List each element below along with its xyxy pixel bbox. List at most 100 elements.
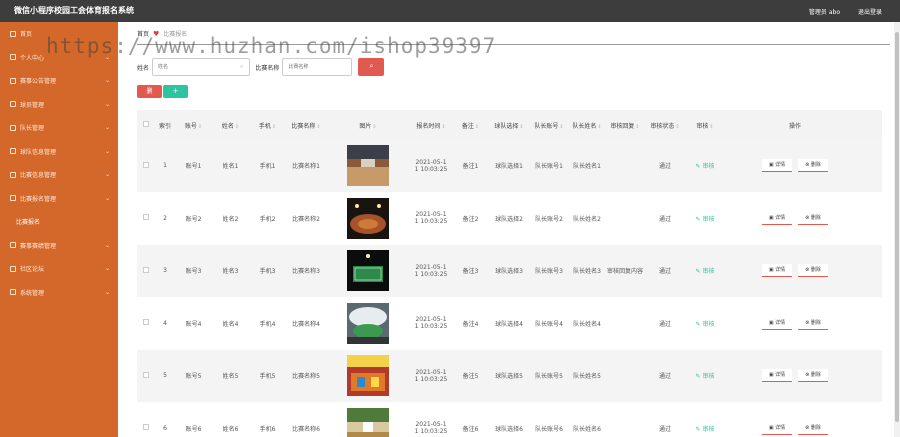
sort-icon[interactable]: ⇕ — [272, 124, 276, 130]
cell-text: 比赛名称4 — [292, 320, 320, 328]
table-cell[interactable] — [137, 266, 155, 275]
table-cell: 2021-05-1 1 10:03:25 — [410, 211, 452, 225]
table-cell: 审核回复内容 — [605, 266, 645, 275]
current-user[interactable]: 管理员 abo — [809, 7, 840, 16]
table-cell[interactable] — [137, 214, 155, 222]
sidebar-item[interactable]: 比赛信息管理 ⌄ — [0, 163, 118, 187]
cell-text: 备注2 — [462, 215, 479, 223]
row-checkbox[interactable] — [143, 319, 149, 326]
column-header: 姓名⇕ — [212, 121, 249, 130]
table-cell[interactable]: ✎ 审核 — [685, 214, 725, 223]
audit-link[interactable]: 审核 — [702, 321, 714, 328]
sidebar-item[interactable]: 社区论坛 ⌄ — [0, 257, 118, 281]
table-cell: 队长姓名1 — [569, 161, 605, 170]
sidebar-item-label: 系统管理 — [20, 289, 45, 297]
sort-icon[interactable]: ⇕ — [559, 124, 563, 130]
column-header: 审核⇕ — [685, 121, 725, 130]
sidebar-item-label: 社区论坛 — [20, 266, 45, 274]
sidebar-item[interactable]: 球员管理 ⌄ — [0, 93, 118, 117]
scrollbar-thumb[interactable] — [895, 32, 899, 422]
sort-icon[interactable]: ⇕ — [372, 124, 376, 130]
sort-icon[interactable]: ⇕ — [475, 124, 479, 130]
detail-button[interactable]: ▣ 详情 — [762, 316, 792, 330]
audit-link[interactable]: 审核 — [702, 373, 714, 380]
sidebar-item[interactable]: 球队信息管理 ⌄ — [0, 140, 118, 164]
detail-button[interactable]: ▣ 详情 — [762, 421, 792, 435]
sort-icon[interactable]: ⇕ — [635, 124, 639, 130]
sidebar-item[interactable]: 比赛报名管理 ⌄ — [0, 187, 118, 211]
cell-text: 2021-05-1 1 10:03:25 — [414, 316, 448, 331]
table-cell: 姓名3 — [212, 266, 249, 275]
delete-button[interactable]: ⊗ 删除 — [798, 159, 828, 173]
row-checkbox[interactable] — [143, 161, 149, 168]
table-cell: 2021-05-1 1 10:03:25 — [410, 264, 452, 278]
delete-button[interactable]: ⊗ 删除 — [798, 264, 828, 278]
cell-text: 通过 — [658, 163, 671, 171]
sort-icon[interactable]: ⇕ — [441, 124, 445, 130]
sort-icon[interactable]: ⇕ — [709, 124, 713, 130]
sidebar-item[interactable]: 赛事赛绩管理 ⌄ — [0, 234, 118, 258]
row-checkbox[interactable] — [143, 371, 149, 378]
detail-button[interactable]: ▣ 详情 — [762, 211, 792, 225]
sort-icon[interactable]: ⇕ — [235, 124, 239, 130]
audit-link[interactable]: 审核 — [702, 216, 714, 223]
match-name-search-input[interactable] — [282, 58, 353, 76]
table-cell: 手机4 — [249, 319, 286, 328]
audit-link[interactable]: 审核 — [702, 163, 714, 170]
match-image — [347, 302, 389, 344]
table-cell[interactable] — [137, 161, 155, 170]
audit-link[interactable]: 审核 — [702, 268, 714, 275]
sort-icon[interactable]: ⇕ — [675, 124, 679, 130]
table-cell: ▣ 详情 ⊗ 删除 — [725, 369, 865, 383]
menu-icon — [10, 289, 16, 296]
sidebar-item[interactable]: 比赛报名 — [0, 210, 118, 234]
sidebar-item[interactable]: 系统管理 ⌄ — [0, 281, 118, 305]
table-cell[interactable]: ✎ 审核 — [685, 371, 725, 380]
name-search-input[interactable] — [152, 58, 251, 76]
table-cell[interactable]: ✎ 审核 — [685, 266, 725, 275]
cell-text: 通过 — [658, 373, 671, 381]
delete-button[interactable]: ⊗ 删除 — [798, 211, 828, 225]
table-cell: 备注6 — [452, 424, 489, 433]
sidebar-item[interactable]: 赛事公告管理 ⌄ — [0, 69, 118, 93]
logout-link[interactable]: 退出登录 — [858, 7, 882, 16]
select-all-checkbox[interactable] — [143, 121, 149, 127]
search-input-icon: ⌕ — [240, 63, 244, 70]
delete-button[interactable]: ⊗ 删除 — [798, 421, 828, 435]
audit-link[interactable]: 审核 — [702, 426, 714, 433]
sort-icon[interactable]: ⇕ — [198, 124, 202, 130]
table-cell — [326, 250, 410, 292]
column-header[interactable] — [137, 121, 155, 129]
row-checkbox[interactable] — [143, 266, 149, 273]
cell-text: 队长账号1 — [535, 163, 563, 171]
sort-icon[interactable]: ⇕ — [597, 124, 601, 130]
table-cell[interactable]: ✎ 审核 — [685, 161, 725, 170]
table-cell[interactable]: ✎ 审核 — [685, 424, 725, 433]
chevron-down-icon: ⌄ — [104, 194, 110, 202]
menu-icon — [10, 265, 16, 272]
table-cell[interactable] — [137, 424, 155, 432]
table-body: 1 账号1 姓名1 手机1 比赛名称1 2021-05-1 1 10:03:25 备注1 球队… — [137, 140, 882, 437]
row-checkbox[interactable] — [143, 424, 149, 431]
table-cell: 球队选择6 — [489, 424, 529, 433]
table-cell: 3 — [155, 267, 175, 274]
table-cell[interactable] — [137, 371, 155, 380]
table-cell[interactable] — [137, 319, 155, 327]
search-button[interactable]: ⌕ — [358, 58, 385, 76]
batch-delete-button[interactable]: 删 — [137, 85, 162, 98]
detail-button[interactable]: ▣ 详情 — [762, 159, 792, 173]
watermark: https://www.huzhan.com/ishop39397 — [46, 34, 497, 58]
table-cell[interactable]: ✎ 审核 — [685, 319, 725, 328]
sort-icon[interactable]: ⇕ — [316, 124, 320, 130]
page-scrollbar[interactable] — [894, 22, 900, 437]
row-checkbox[interactable] — [143, 214, 149, 221]
add-button[interactable]: + — [163, 85, 188, 98]
detail-button[interactable]: ▣ 详情 — [762, 264, 792, 278]
delete-button[interactable]: ⊗ 删除 — [798, 316, 828, 330]
sort-icon[interactable]: ⇕ — [519, 124, 523, 130]
detail-button[interactable]: ▣ 详情 — [762, 369, 792, 383]
delete-button[interactable]: ⊗ 删除 — [798, 369, 828, 383]
column-header-label: 审核状态 — [650, 122, 675, 130]
table-cell: 2021-05-1 1 10:03:25 — [410, 369, 452, 383]
sidebar-item[interactable]: 队长管理 ⌄ — [0, 116, 118, 140]
